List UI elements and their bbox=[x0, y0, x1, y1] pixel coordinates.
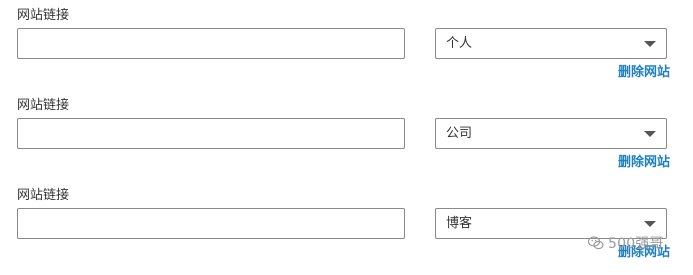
wechat-icon bbox=[588, 236, 604, 250]
watermark-text: 500强哥 bbox=[608, 236, 664, 252]
chevron-down-icon bbox=[644, 41, 656, 47]
chevron-down-icon bbox=[644, 221, 656, 227]
website-link-group: 网站链接 个人 删除网站 bbox=[0, 0, 693, 90]
website-url-input[interactable] bbox=[17, 208, 405, 239]
website-type-value: 公司 bbox=[446, 126, 473, 141]
remove-website-link[interactable]: 删除网站 bbox=[618, 65, 670, 81]
website-url-input[interactable] bbox=[17, 28, 405, 59]
website-url-input[interactable] bbox=[17, 118, 405, 149]
chevron-down-icon bbox=[644, 131, 656, 137]
website-type-select[interactable]: 公司 bbox=[435, 118, 667, 149]
website-link-label: 网站链接 bbox=[17, 98, 70, 113]
watermark: 500强哥 bbox=[588, 233, 664, 253]
website-link-group: 网站链接 公司 删除网站 bbox=[0, 90, 693, 180]
website-link-group: 网站链接 博客 删除网站 bbox=[0, 180, 693, 270]
website-link-label: 网站链接 bbox=[17, 8, 70, 23]
website-type-select[interactable]: 个人 bbox=[435, 28, 667, 59]
website-link-label: 网站链接 bbox=[17, 188, 70, 203]
website-type-value: 博客 bbox=[446, 216, 473, 231]
website-type-value: 个人 bbox=[446, 36, 473, 51]
remove-website-link[interactable]: 删除网站 bbox=[618, 155, 670, 171]
